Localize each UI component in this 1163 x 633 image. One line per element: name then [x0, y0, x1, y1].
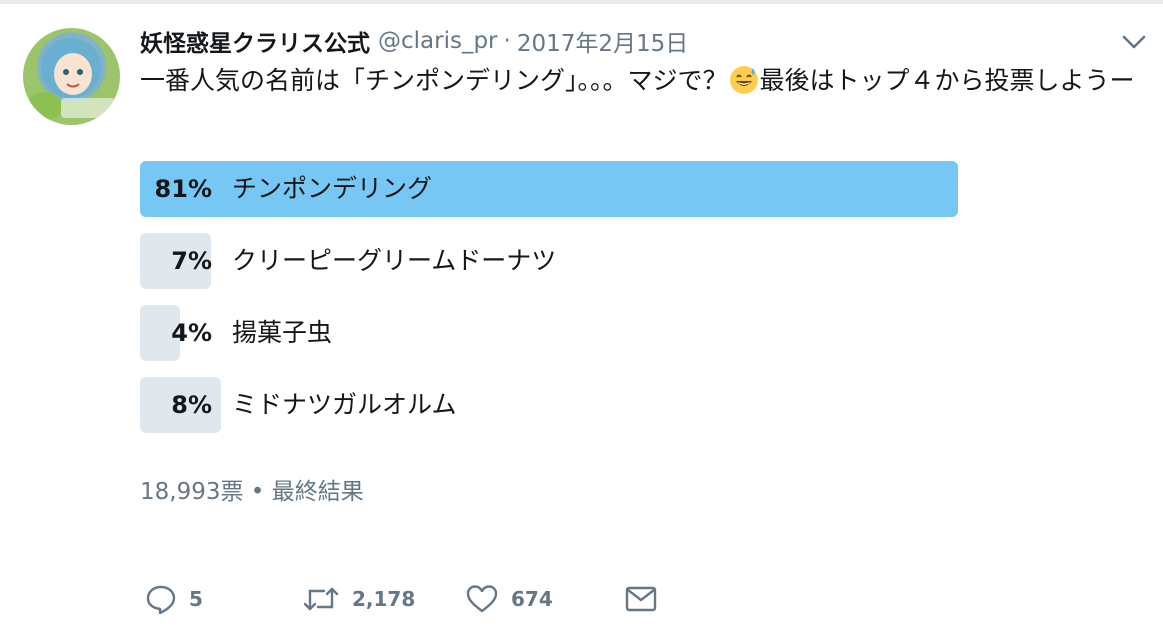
header-separator: ·	[503, 28, 511, 54]
poll: 81% チンポンデリング 7% クリーピーグリームドーナツ 4% 揚菓子虫 8%…	[140, 161, 960, 449]
poll-option-label: 揚菓子虫	[232, 318, 333, 347]
poll-percent: 7%	[171, 247, 212, 275]
top-divider	[0, 0, 1163, 4]
poll-meta-separator: •	[250, 479, 265, 505]
poll-option[interactable]: 7% クリーピーグリームドーナツ	[140, 233, 960, 289]
poll-option-label: クリーピーグリームドーナツ	[232, 246, 557, 275]
avatar-image	[27, 38, 115, 120]
retweet-button[interactable]: 2,178	[302, 578, 415, 620]
poll-percent: 81%	[154, 175, 212, 203]
poll-option-label: チンポンデリング	[232, 174, 433, 203]
poll-option-label: ミドナツガルオルム	[232, 390, 457, 419]
poll-summary: 18,993票 • 最終結果	[140, 472, 364, 506]
poll-status: 最終結果	[271, 479, 364, 505]
retweet-icon	[302, 583, 340, 615]
sweat-smile-emoji-icon	[729, 65, 759, 95]
poll-percent: 8%	[171, 391, 212, 419]
direct-message-button[interactable]	[625, 578, 657, 620]
display-name[interactable]: 妖怪惑星クラリス公式	[140, 24, 370, 58]
poll-option[interactable]: 4% 揚菓子虫	[140, 305, 960, 361]
avatar[interactable]	[23, 28, 120, 125]
reply-button[interactable]: 5	[145, 578, 203, 620]
tweet-text-part1: 一番人気の名前は「チンポンデリング」。。。マジで？	[140, 66, 728, 95]
tweet-header: 妖怪惑星クラリス公式 @claris_pr · 2017年2月15日	[140, 24, 688, 58]
reply-icon	[145, 583, 177, 615]
heart-icon	[465, 583, 499, 615]
poll-percent: 4%	[171, 319, 212, 347]
tweet-timestamp[interactable]: 2017年2月15日	[517, 24, 688, 58]
envelope-icon	[625, 585, 657, 613]
poll-option[interactable]: 81% チンポンデリング	[140, 161, 960, 217]
user-handle[interactable]: @claris_pr	[378, 28, 498, 54]
like-count: 674	[511, 587, 553, 611]
like-button[interactable]: 674	[465, 578, 553, 620]
tweet-text: 一番人気の名前は「チンポンデリング」。。。マジで？ 最後はトップ４から投票しよう…	[140, 62, 1140, 100]
poll-vote-count: 18,993票	[140, 479, 244, 505]
poll-option[interactable]: 8% ミドナツガルオルム	[140, 377, 960, 433]
chevron-down-icon[interactable]	[1119, 30, 1149, 54]
tweet-actions: 5 2,178 674	[140, 578, 700, 620]
retweet-count: 2,178	[352, 587, 416, 611]
tweet-text-part2: 最後はトップ４から投票しようー	[759, 66, 1135, 95]
reply-count: 5	[189, 587, 203, 611]
